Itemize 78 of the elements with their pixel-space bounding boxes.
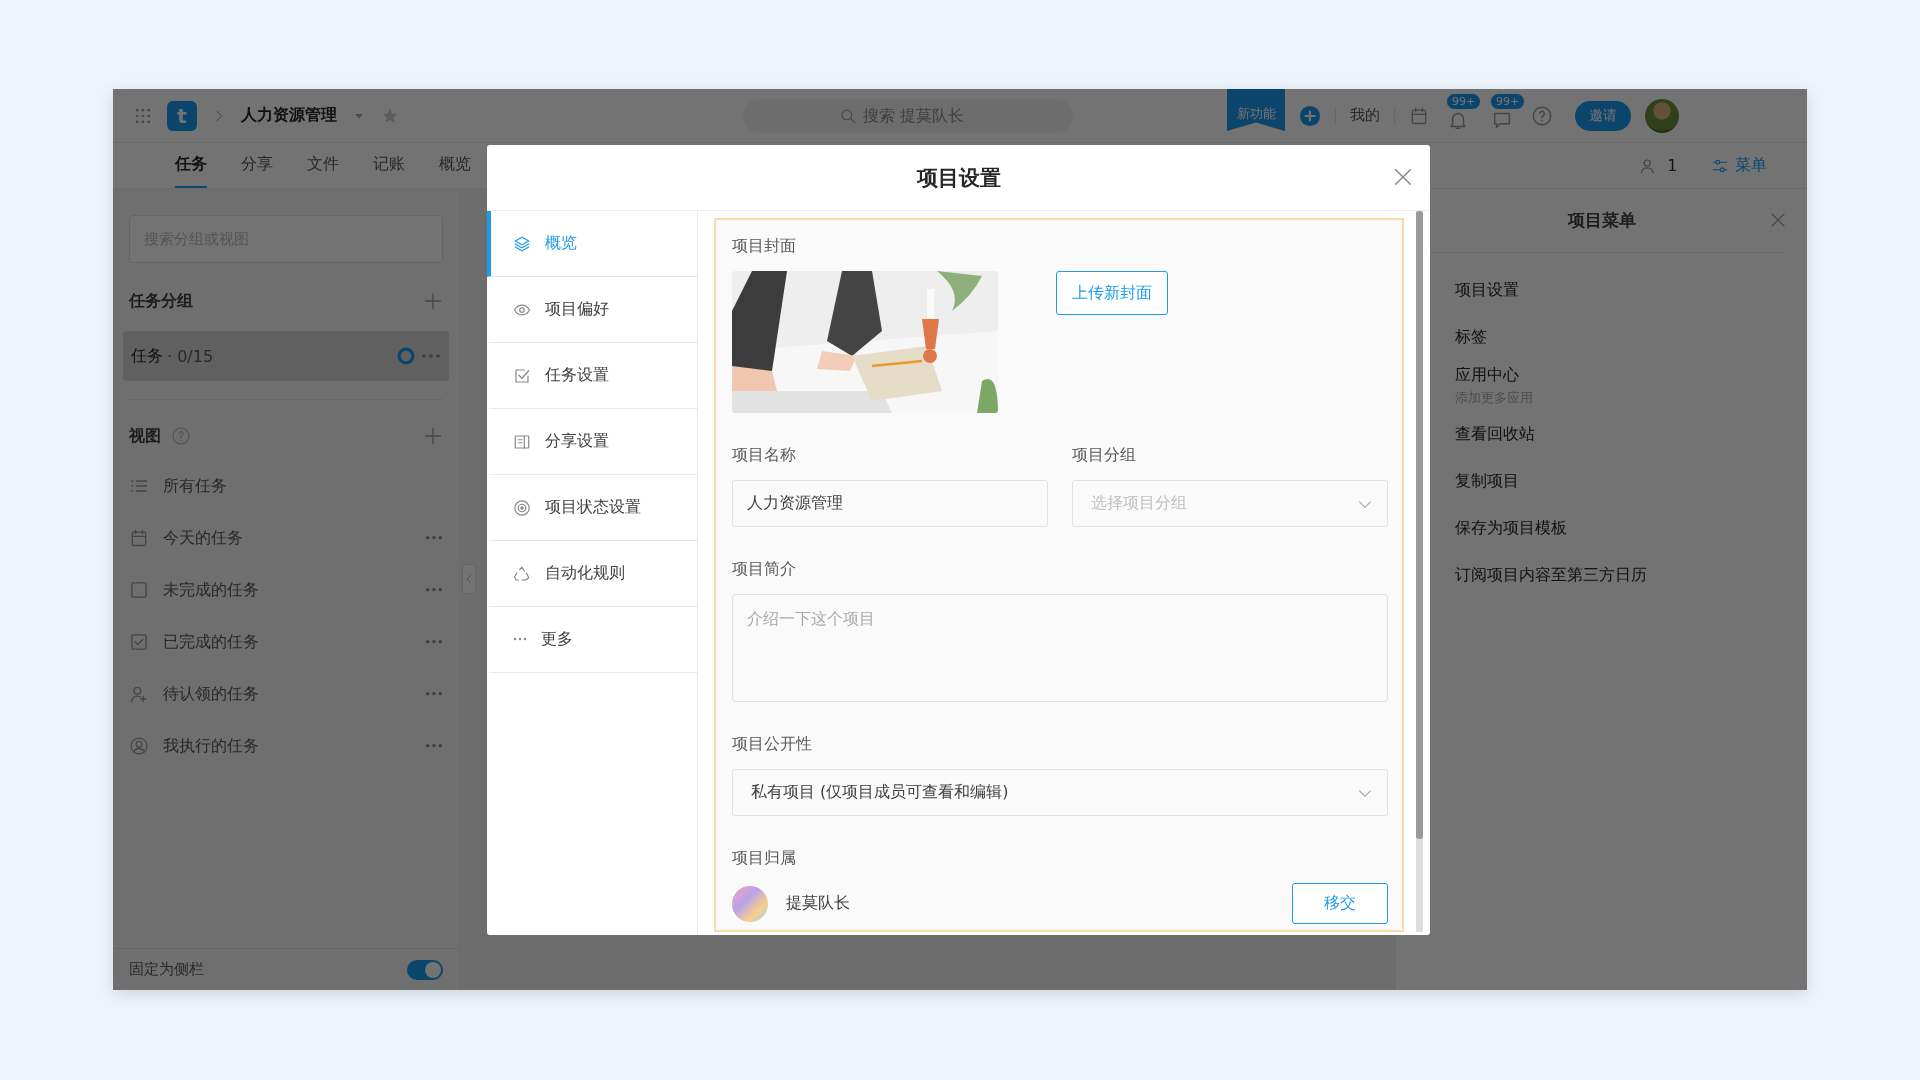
layers-icon <box>513 234 531 253</box>
group-item[interactable]: 任务 · 0/15 <box>123 331 449 381</box>
search-icon <box>839 106 857 125</box>
close-icon[interactable] <box>1392 166 1414 188</box>
plus-circle-icon[interactable] <box>1299 104 1321 127</box>
recycle-icon <box>513 564 531 583</box>
field-label: 项目归属 <box>732 848 797 869</box>
more-icon[interactable] <box>425 743 443 749</box>
check-square-icon <box>513 366 531 385</box>
field-label: 项目公开性 <box>732 734 813 755</box>
field-label: 项目分组 <box>1072 445 1137 466</box>
menu-link[interactable]: 菜单 <box>1711 155 1767 176</box>
more-icon[interactable] <box>425 587 443 593</box>
field-label: 项目名称 <box>732 445 797 466</box>
field-label: 项目封面 <box>732 236 797 257</box>
view-item[interactable]: 待认领的任务 <box>163 683 411 705</box>
close-icon[interactable] <box>1769 211 1787 229</box>
calendar-icon <box>129 528 149 548</box>
invite-button[interactable]: 邀请 <box>1575 100 1631 131</box>
pin-label: 固定为侧栏 <box>129 960 204 979</box>
help-icon[interactable] <box>1531 104 1553 127</box>
menu-item[interactable]: 应用中心 <box>1455 365 1807 386</box>
dialog-title: 项目设置 <box>916 164 1001 192</box>
project-name[interactable]: 人力资源管理 <box>241 105 337 126</box>
group-label: 任务 <box>131 345 163 367</box>
more-icon[interactable] <box>425 535 443 541</box>
square-icon <box>129 580 149 600</box>
new-feature-ribbon[interactable]: 新功能 <box>1227 89 1285 131</box>
help-icon[interactable] <box>171 426 191 446</box>
name-field[interactable]: 人力资源管理 <box>732 480 1048 527</box>
upload-button[interactable]: 上传新封面 <box>1056 271 1168 315</box>
mine-link[interactable]: 我的 <box>1350 106 1380 125</box>
menu-item[interactable]: 查看回收站 <box>1455 424 1807 445</box>
collapse-handle[interactable] <box>462 564 476 594</box>
count-badge: 99+ <box>1490 92 1526 110</box>
user-avatar[interactable] <box>1645 98 1679 133</box>
tab[interactable]: 记账 <box>373 143 405 188</box>
section-title: 视图 <box>129 425 161 447</box>
section-title: 任务分组 <box>129 290 193 312</box>
visibility-select[interactable]: 私有项目 (仅项目成员可查看和编辑) <box>732 769 1388 816</box>
tab[interactable]: 分享 <box>241 143 273 188</box>
person-plus-icon <box>129 684 149 704</box>
panel-title: 项目菜单 <box>1567 209 1636 232</box>
view-item[interactable]: 今天的任务 <box>163 527 411 549</box>
checkbox-icon <box>129 632 149 652</box>
tab[interactable]: 概览 <box>439 143 471 188</box>
target-icon <box>513 498 531 517</box>
menu-item[interactable]: 项目设置 <box>1455 280 1807 301</box>
menu-item[interactable]: 保存为项目模板 <box>1455 518 1807 539</box>
nav-item[interactable]: 概览 <box>487 211 697 277</box>
view-item[interactable]: 我执行的任务 <box>163 735 411 757</box>
view-item[interactable]: 所有任务 <box>163 475 443 497</box>
description-field[interactable]: 介绍一下这个项目 <box>732 594 1388 702</box>
menu-item[interactable]: 标签 <box>1455 327 1807 348</box>
calendar-icon[interactable] <box>1409 105 1429 126</box>
field-label: 项目简介 <box>732 559 797 580</box>
document-icon <box>513 432 531 451</box>
app-logo[interactable]: t <box>167 100 197 131</box>
owner-avatar <box>732 885 768 922</box>
view-item[interactable]: 已完成的任务 <box>163 631 411 653</box>
more-icon <box>513 637 527 642</box>
view-item[interactable]: 未完成的任务 <box>163 579 411 601</box>
group-count: · 0/15 <box>167 346 215 366</box>
toggle-switch[interactable] <box>407 959 443 980</box>
transfer-button[interactable]: 移交 <box>1292 883 1388 924</box>
tab[interactable]: 文件 <box>307 143 339 188</box>
more-icon[interactable] <box>425 639 443 645</box>
count-badge: 99+ <box>1446 92 1482 110</box>
plus-icon[interactable] <box>423 291 443 311</box>
menu-item[interactable]: 复制项目 <box>1455 471 1807 492</box>
more-icon[interactable] <box>421 353 441 359</box>
plus-icon[interactable] <box>423 426 443 446</box>
more-icon[interactable] <box>425 691 443 697</box>
owner-name: 提莫队长 <box>786 893 851 914</box>
member-count[interactable]: 1 <box>1667 156 1677 175</box>
person-circle-icon <box>129 736 149 756</box>
ring-icon <box>395 345 417 367</box>
menu-item[interactable]: 订阅项目内容至第三方日历 <box>1455 565 1807 586</box>
